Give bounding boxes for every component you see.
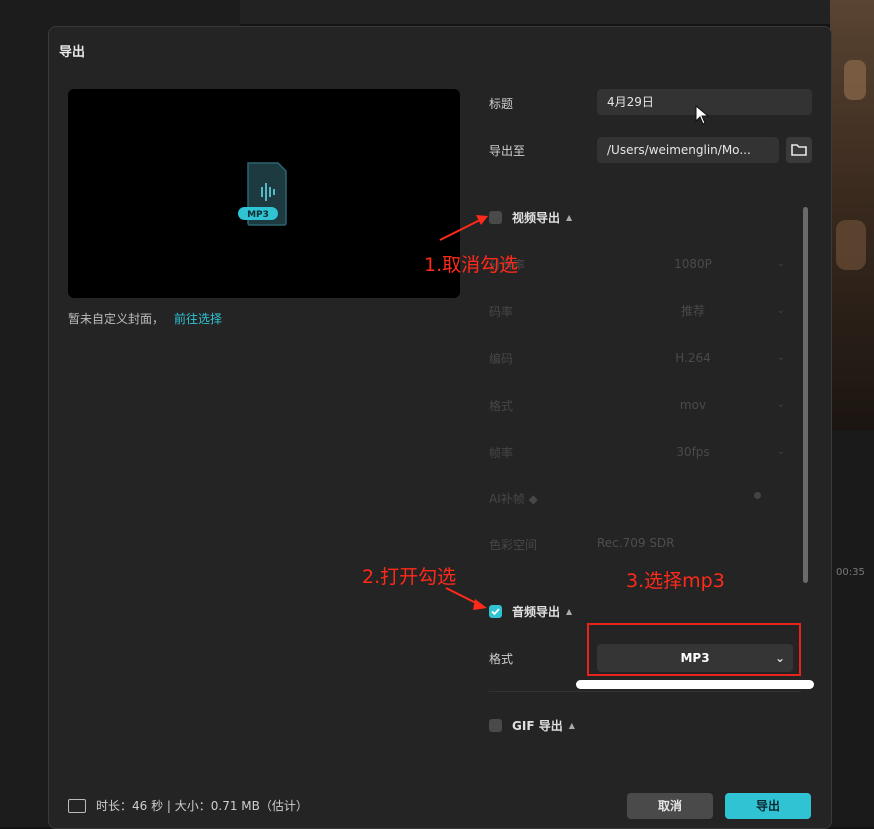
arrow-step1 [439,217,485,241]
annotation-arrows [439,215,488,610]
